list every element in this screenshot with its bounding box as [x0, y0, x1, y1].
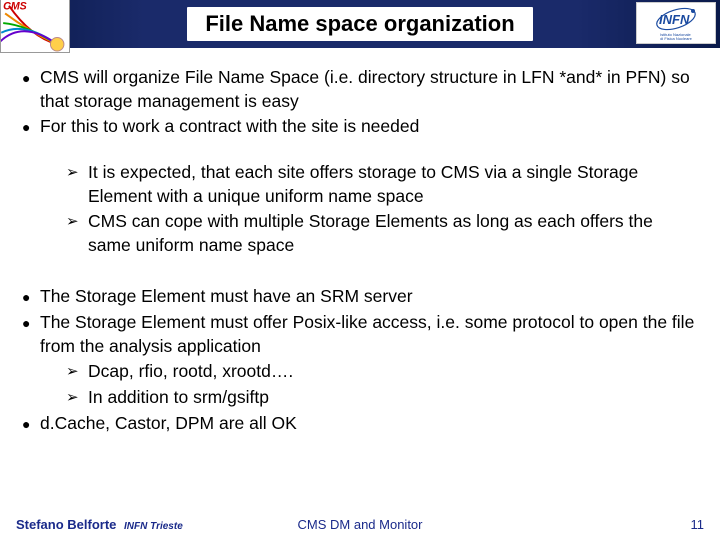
sub-bullet-block: ➢ It is expected, that each site offers … [22, 161, 698, 258]
sub-bullet-item: ➢ CMS can cope with multiple Storage Ele… [66, 210, 698, 257]
bullet-dot-icon: ● [22, 311, 40, 358]
bullet-item: ● The Storage Element must offer Posix-l… [22, 311, 698, 358]
sub-bullet-text: Dcap, rfio, rootd, xrootd…. [88, 360, 698, 384]
sub-bullet-block: ➢ Dcap, rfio, rootd, xrootd…. ➢ In addit… [22, 360, 698, 409]
svg-text:INFN: INFN [659, 12, 690, 27]
infn-logo-icon: INFN Istituto Nazionaledi Fisica Nuclear… [636, 2, 716, 44]
bullet-item: ● CMS will organize File Name Space (i.e… [22, 66, 698, 113]
bullet-dot-icon: ● [22, 66, 40, 113]
sub-bullet-item: ➢ In addition to srm/gsiftp [66, 386, 698, 410]
bullet-dot-icon: ● [22, 412, 40, 436]
sub-bullet-text: In addition to srm/gsiftp [88, 386, 698, 410]
footer-institution: INFN Trieste [124, 521, 183, 532]
bullet-text: The Storage Element must have an SRM ser… [40, 285, 698, 309]
bullet-text: The Storage Element must offer Posix-lik… [40, 311, 698, 358]
footer-page-number: 11 [691, 517, 705, 532]
slide-content: ● CMS will organize File Name Space (i.e… [0, 48, 720, 435]
sub-bullet-item: ➢ It is expected, that each site offers … [66, 161, 698, 208]
slide-title: File Name space organization [187, 7, 532, 41]
bullet-text: d.Cache, Castor, DPM are all OK [40, 412, 698, 436]
bullet-item: ● The Storage Element must have an SRM s… [22, 285, 698, 309]
bullet-item: ● For this to work a contract with the s… [22, 115, 698, 139]
bullet-dot-icon: ● [22, 115, 40, 139]
slide-footer: Stefano Belforte INFN Trieste CMS DM and… [0, 517, 720, 532]
arrow-icon: ➢ [66, 360, 88, 384]
slide-header: CMS File Name space organization INFN Is… [0, 0, 720, 48]
arrow-icon: ➢ [66, 386, 88, 410]
bullet-item: ● d.Cache, Castor, DPM are all OK [22, 412, 698, 436]
footer-center-text: CMS DM and Monitor [298, 517, 423, 532]
sub-bullet-text: CMS can cope with multiple Storage Eleme… [88, 210, 698, 257]
arrow-icon: ➢ [66, 161, 88, 208]
infn-label: Istituto Nazionaledi Fisica Nucleare [660, 33, 692, 41]
bullet-text: CMS will organize File Name Space (i.e. … [40, 66, 698, 113]
sub-bullet-text: It is expected, that each site offers st… [88, 161, 698, 208]
sub-bullet-item: ➢ Dcap, rfio, rootd, xrootd…. [66, 360, 698, 384]
bullet-dot-icon: ● [22, 285, 40, 309]
bullet-text: For this to work a contract with the sit… [40, 115, 698, 139]
footer-author-block: Stefano Belforte INFN Trieste [16, 517, 183, 532]
svg-text:CMS: CMS [3, 1, 27, 13]
footer-author: Stefano Belforte [16, 517, 116, 532]
arrow-icon: ➢ [66, 210, 88, 257]
cms-logo-icon: CMS [0, 0, 70, 53]
